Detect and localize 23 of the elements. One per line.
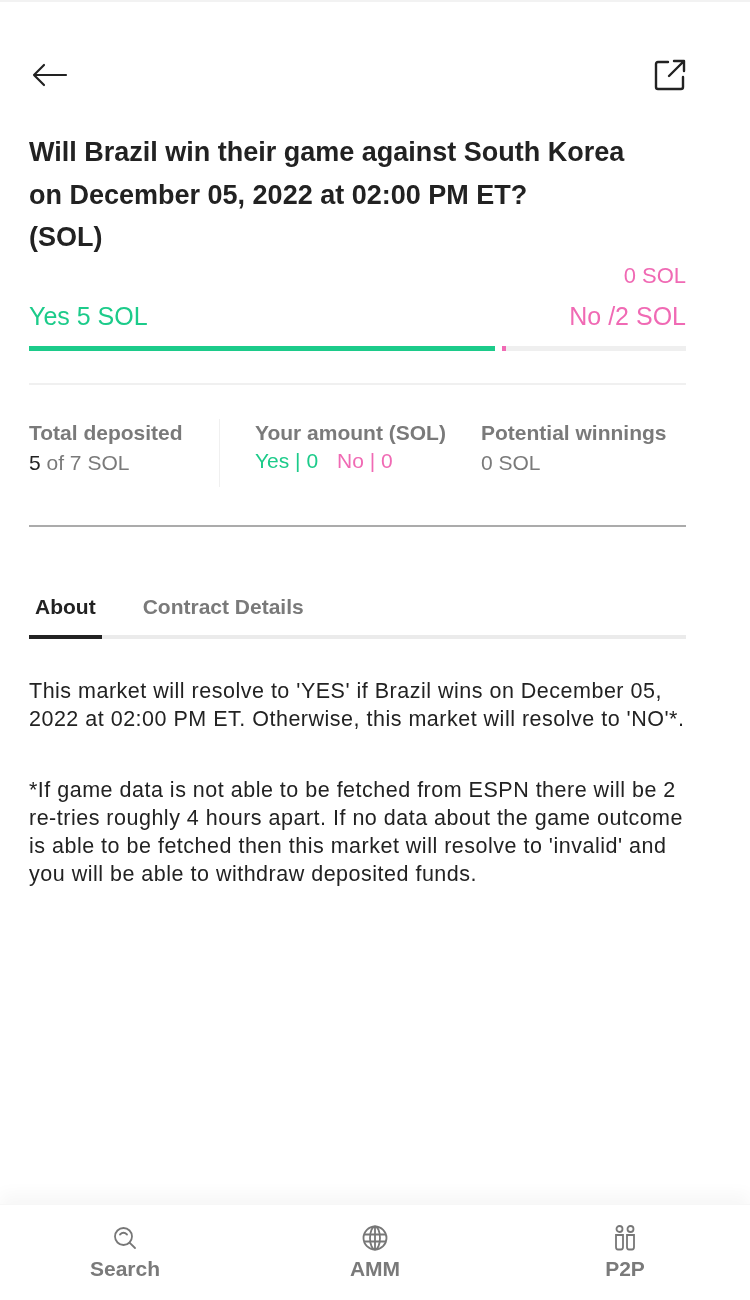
stat-label: Total deposited <box>29 419 184 446</box>
yes-amount: Yes | 0 <box>255 447 319 474</box>
stat-value: 5 of 7 SOL <box>29 449 131 476</box>
nav-item[interactable]: AMM <box>250 1205 500 1300</box>
two-people-icon <box>614 1225 636 1251</box>
back-arrow-icon[interactable] <box>32 63 68 87</box>
stat-value: 0 SOL <box>481 449 542 476</box>
share-icon[interactable] <box>654 59 686 91</box>
no-pool-label: No /2 SOL <box>569 300 686 332</box>
nav-item[interactable]: Search <box>0 1205 250 1300</box>
tab[interactable]: Contract Details <box>142 594 304 639</box>
no-amount: No | 0 <box>337 447 393 474</box>
yes-pool-label: Yes 5 SOL <box>29 300 148 332</box>
pool-note: 0 SOL <box>623 261 686 290</box>
market-question: Will Brazil win their game against South Korea on December 05, 2022 at 02:00 PM ET? (SOL) <box>29 136 626 254</box>
nav-item[interactable]: P2P <box>500 1205 750 1300</box>
stat-label: Potential winnings <box>481 419 668 446</box>
globe-icon <box>362 1225 388 1251</box>
about-paragraph: *If game data is not able to be fetched from ESPN there will be 2 re-tries roughly 4 hours apart. If no data about the game outcome is able to be fetched then this market will resolve to 'invalid' and you will be able to withdraw deposited funds. <box>29 776 684 888</box>
about-paragraph: This market will resolve to 'YES' if Brazil wins on December 05, 2022 at 02:00 PM ET. Otherwise, this market will resolve to 'NO'*. <box>29 677 686 733</box>
tab[interactable]: About <box>29 594 102 639</box>
stat-label: Your amount (SOL) <box>255 419 447 446</box>
search-icon <box>113 1225 137 1251</box>
